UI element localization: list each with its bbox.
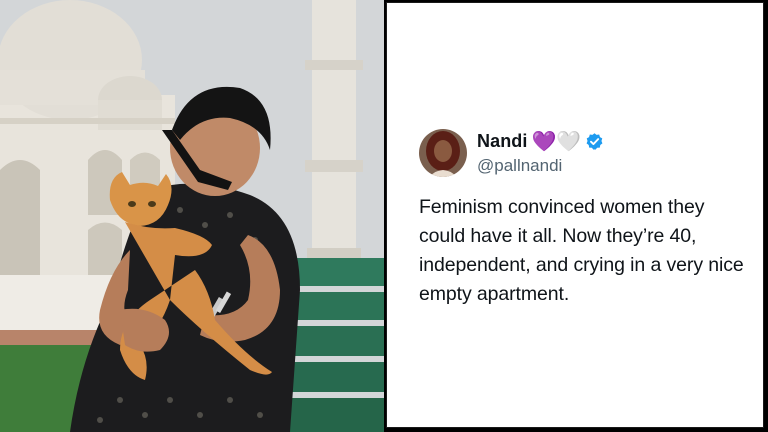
verified-badge-icon [585, 132, 604, 151]
name-row: Nandi 💜 🤍 [477, 131, 604, 153]
woman-with-cat-photo [0, 0, 384, 432]
tweet-text: Feminism convinced women they could have… [419, 196, 744, 305]
author-handle[interactable]: @pallnandi [477, 156, 604, 176]
avatar[interactable] [419, 129, 467, 177]
photo-panel [0, 0, 384, 432]
display-name[interactable]: Nandi [477, 131, 528, 152]
author-names: Nandi 💜 🤍 @pallnandi [477, 131, 604, 176]
tweet-author[interactable]: Nandi 💜 🤍 @pallnandi [419, 127, 604, 179]
white-heart-icon: 🤍 [556, 130, 582, 153]
tweet-card: Nandi 💜 🤍 @pallnandi Feminism convinced … [386, 2, 764, 428]
avatar-image [419, 129, 467, 177]
purple-heart-icon: 💜 [531, 130, 557, 153]
